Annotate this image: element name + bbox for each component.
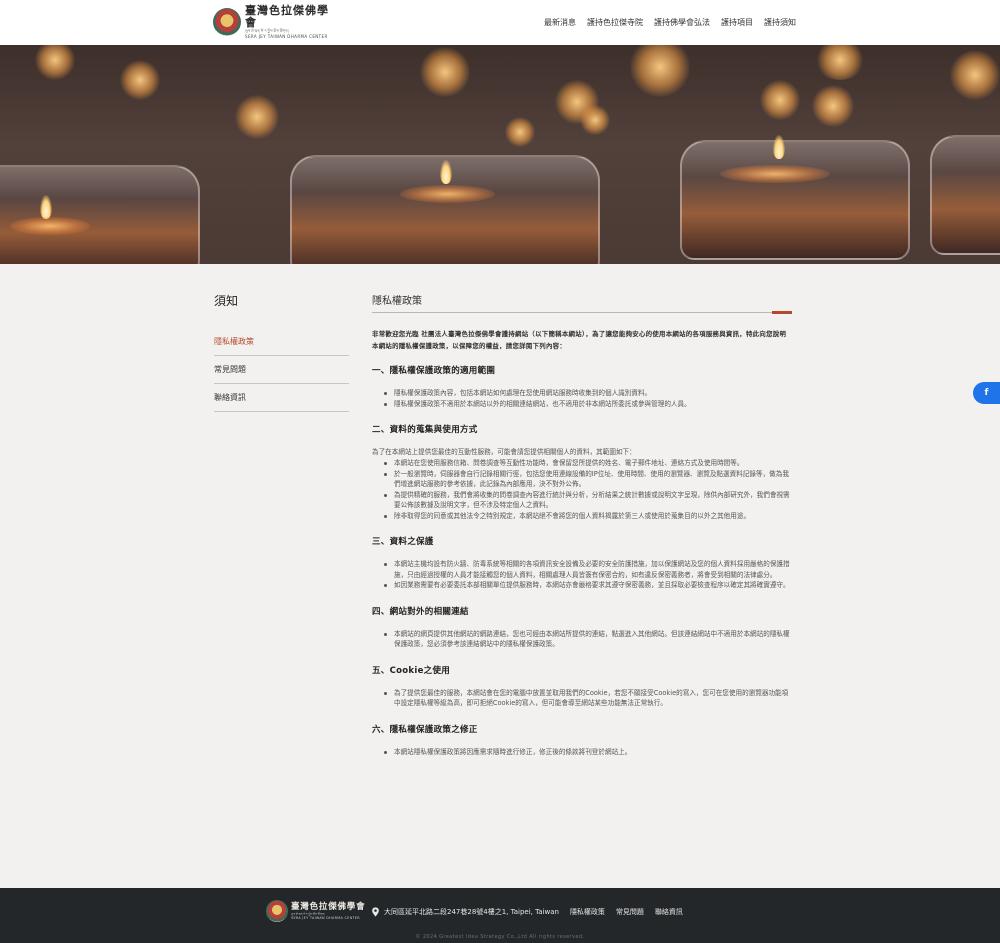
section-protection: 三、資料之保護 本網站主機均設有防火牆、防毒系統等相關的各項資訊安全設備及必要的… [372, 535, 792, 591]
list-item: 為了提供您最佳的服務，本網站會在您的電腦中放置並取用我們的Cookie，若您不願… [382, 688, 792, 709]
notice-sidebar: 須知 隱私權政策 常見問題 聯絡資訊 [214, 292, 349, 412]
section-list: 本網站隱私權保護政策將因應需求隨時進行修正，修正後的條款將刊登於網站上。 [372, 747, 792, 758]
privacy-content: 隱私權政策 非常歡迎您光臨 社團法人臺灣色拉傑佛學會護持網站（以下簡稱本網站），… [372, 292, 792, 771]
title-divider [372, 311, 792, 314]
sidebar-item-faq[interactable]: 常見問題 [214, 356, 349, 384]
site-logo[interactable]: 臺灣色拉傑佛學會 ཡུལ་ཐེ་ཝན་སེ་ར་བྱེས་ཆོས་ཚོགས། S… [213, 4, 331, 39]
list-item: 隱私權保護政策不適用於本網站以外的相關連結網站，也不適用於非本網站所委託或參與管… [382, 399, 792, 410]
nav-support-dharma[interactable]: 護持佛學會弘法 [654, 17, 710, 28]
footer-link-contact[interactable]: 聯絡資訊 [655, 907, 683, 917]
footer-emblem-icon [266, 900, 288, 922]
list-item: 本網站主機均設有防火牆、防毒系統等相關的各項資訊安全設備及必要的安全防護措施，加… [382, 559, 792, 580]
candle-flame [773, 135, 785, 159]
facebook-button[interactable]: f [973, 382, 1000, 404]
sidebar-item-contact[interactable]: 聯絡資訊 [214, 384, 349, 412]
logo-name-en: SERA JEY TAIWAN DHARMA CENTER [245, 34, 328, 39]
bokeh-light [812, 85, 854, 127]
bokeh-light [505, 117, 535, 147]
footer-info-row: 大同區延平北路二段247巷28號4樓之1, Taipei, Taiwan 隱私權… [371, 907, 683, 917]
section-lead: 為了在本網站上提供您最佳的互動性服務，可能會請您提供相關個人的資料，其範圍如下： [372, 448, 636, 456]
nav-support-monastery[interactable]: 護持色拉傑寺院 [587, 17, 643, 28]
sidebar-item-privacy[interactable]: 隱私權政策 [214, 328, 349, 356]
candle-flame [440, 160, 452, 184]
copyright-text: © 2024 Greatest Idea Strategy Co.,Ltd Al… [415, 934, 585, 940]
section-list: 本網站在您使用服務信箱、問卷調查等互動性功能時，會保留您所提供的姓名、電子郵件地… [372, 458, 792, 521]
candle-glow [10, 217, 90, 235]
section-amendment: 六、隱私權保護政策之修正 本網站隱私權保護政策將因應需求隨時進行修正，修正後的條… [372, 723, 792, 758]
list-item: 本網站隱私權保護政策將因應需求隨時進行修正，修正後的條款將刊登於網站上。 [382, 747, 792, 758]
list-item: 隱私權保護政策內容，包括本網站如何處理在您使用網站服務時收集到的個人識別資料。 [382, 388, 792, 399]
main-nav: 最新消息 護持色拉傑寺院 護持佛學會弘法 護持項目 護持須知 [533, 17, 796, 28]
nav-support-items[interactable]: 護持項目 [721, 17, 753, 28]
section-heading: 三、資料之保護 [372, 537, 434, 547]
bokeh-light [815, 45, 865, 80]
intro-paragraph: 非常歡迎您光臨 社團法人臺灣色拉傑佛學會護持網站（以下簡稱本網站），為了讓您能夠… [372, 330, 787, 350]
section-list: 隱私權保護政策內容，包括本網站如何處理在您使用網站服務時收集到的個人識別資料。 … [372, 388, 792, 409]
footer-name-en: SERA JEY TAIWAN DHARMA CENTER [291, 916, 360, 920]
site-header: 臺灣色拉傑佛學會 ཡུལ་ཐེ་ཝན་སེ་ར་བྱེས་ཆོས་ཚོགས། S… [0, 0, 1000, 45]
bokeh-light [760, 80, 800, 120]
candle-glow [720, 165, 830, 183]
section-scope: 一、隱私權保護政策的適用範圍 隱私權保護政策內容，包括本網站如何處理在您使用網站… [372, 364, 792, 409]
candle-glow [400, 185, 495, 203]
bokeh-light [235, 95, 279, 139]
logo-name-cn: 臺灣色拉傑佛學會 [245, 4, 329, 29]
candle-holder [0, 165, 200, 264]
section-external-links: 四、網站對外的相關連結 本網站的網頁提供其他網站的網路連結，您也可經由本網站所提… [372, 605, 792, 650]
section-heading: 五、Cookie之使用 [372, 665, 451, 676]
list-item: 於一般瀏覽時，伺服器會自行記錄相關行徑，包括您使用連線設備的IP位址、使用時間、… [382, 469, 792, 490]
candle-holder [680, 140, 910, 260]
nav-news[interactable]: 最新消息 [544, 17, 576, 28]
location-pin-icon [372, 907, 379, 917]
sidebar-title: 須知 [214, 294, 239, 308]
footer-name-cn: 臺灣色拉傑佛學會 [291, 902, 366, 912]
footer-logo[interactable]: 臺灣色拉傑佛學會 ཡུལ་ཐེ་ཝན་སེ་ར་བྱེས་ཆོས་ཚོགས། S… [266, 900, 365, 922]
list-item: 除非取得您的同意或其他法令之特別規定，本網站絕不會將您的個人資料揭露於第三人或使… [382, 511, 792, 522]
footer-address: 大同區延平北路二段247巷28號4樓之1, Taipei, Taiwan [384, 908, 559, 916]
bokeh-light [950, 50, 1000, 100]
facebook-icon: f [984, 388, 989, 398]
page-title: 隱私權政策 [372, 296, 422, 307]
section-cookie: 五、Cookie之使用 為了提供您最佳的服務，本網站會在您的電腦中放置並取用我們… [372, 664, 792, 709]
logo-emblem-icon [213, 8, 241, 36]
list-item: 如因業務需要有必要委託本部相關單位提供服務時，本網站亦會嚴格要求其遵守保密義務，… [382, 580, 792, 591]
bokeh-light [35, 45, 75, 80]
section-list: 為了提供您最佳的服務，本網站會在您的電腦中放置並取用我們的Cookie，若您不願… [372, 688, 792, 709]
section-heading: 六、隱私權保護政策之修正 [372, 724, 478, 735]
footer-link-privacy[interactable]: 隱私權政策 [570, 907, 605, 917]
footer-link-faq[interactable]: 常見問題 [616, 907, 644, 917]
bokeh-light [630, 45, 690, 97]
list-item: 本網站的網頁提供其他網站的網路連結，您也可經由本網站所提供的連結，點選進入其他網… [382, 629, 792, 650]
section-list: 本網站的網頁提供其他網站的網路連結，您也可經由本網站所提供的連結，點選進入其他網… [372, 629, 792, 650]
hero-banner [0, 45, 1000, 264]
candle-flame [40, 195, 52, 219]
section-list: 本網站主機均設有防火牆、防毒系統等相關的各項資訊安全設備及必要的安全防護措施，加… [372, 559, 792, 591]
list-item: 為提供精確的服務，我們會將收集的問卷調查內容進行統計與分析，分析結果之統計數據或… [382, 490, 792, 511]
list-item: 本網站在您使用服務信箱、問卷調查等互動性功能時，會保留您所提供的姓名、電子郵件地… [382, 458, 792, 469]
section-collection: 二、資料的蒐集與使用方式 為了在本網站上提供您最佳的互動性服務，可能會請您提供相… [372, 423, 792, 521]
section-heading: 二、資料的蒐集與使用方式 [372, 425, 478, 435]
candle-holder [930, 135, 1000, 255]
bokeh-light [580, 105, 610, 135]
nav-support-notice[interactable]: 護持須知 [764, 17, 796, 28]
bokeh-light [120, 60, 160, 100]
section-heading: 四、網站對外的相關連結 [372, 606, 469, 617]
section-heading: 一、隱私權保護政策的適用範圍 [372, 366, 496, 376]
site-footer: 臺灣色拉傑佛學會 ཡུལ་ཐེ་ཝན་སེ་ར་བྱེས་ཆོས་ཚོགས། S… [0, 888, 1000, 943]
bokeh-light [420, 47, 470, 97]
